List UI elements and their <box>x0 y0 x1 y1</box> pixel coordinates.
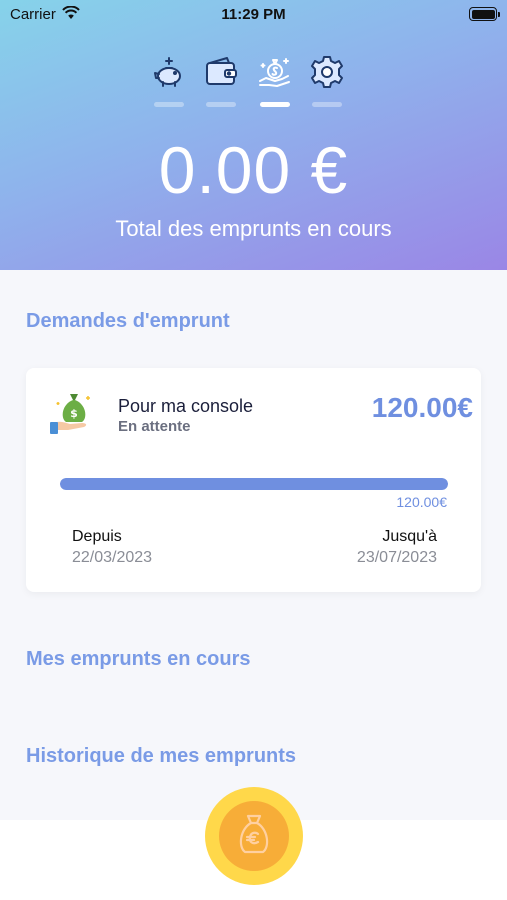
wallet-icon <box>206 57 237 85</box>
tab-loans[interactable] <box>254 52 296 112</box>
clock: 11:29 PM <box>221 6 286 23</box>
money-bag-hand-icon: $ <box>50 394 90 434</box>
until-label: Jusqu'à <box>382 528 437 545</box>
piggy-bank-icon <box>154 57 181 87</box>
tab-settings[interactable] <box>306 52 348 112</box>
progress-label: 120.00€ <box>396 494 447 510</box>
since-label: Depuis <box>72 528 122 545</box>
tab-wallet[interactable] <box>200 52 242 112</box>
status-badge: En attente <box>118 418 191 435</box>
status-bar: Carrier 11:29 PM <box>0 0 507 30</box>
new-loan-button[interactable] <box>205 787 303 885</box>
section-title-history[interactable]: Historique de mes emprunts <box>26 745 296 768</box>
svg-text:$: $ <box>70 407 78 420</box>
loan-title: Pour ma console <box>118 396 254 416</box>
tab-bar <box>148 52 348 112</box>
header: Carrier 11:29 PM 0.00 € Total des emprun… <box>0 0 507 270</box>
loan-amount: 120.00€ <box>371 392 473 423</box>
total-amount: 0.00 € <box>158 133 349 207</box>
battery-icon <box>469 7 500 21</box>
gear-icon <box>311 56 343 88</box>
section-title-requests: Demandes d'emprunt <box>26 310 230 332</box>
since-date: 22/03/2023 <box>72 549 153 566</box>
hand-money-bag-icon <box>259 58 290 87</box>
progress-fill <box>60 478 448 490</box>
section-title-current[interactable]: Mes emprunts en cours <box>26 648 251 671</box>
loan-request-card[interactable]: $ Pour ma console En attente 120.00€ 120… <box>26 368 481 592</box>
total-label: Total des emprunts en cours <box>115 216 392 241</box>
tab-savings[interactable] <box>148 52 190 112</box>
until-date: 23/07/2023 <box>356 549 437 566</box>
progress-bar <box>60 478 448 490</box>
euro-money-bag-icon <box>239 814 269 854</box>
